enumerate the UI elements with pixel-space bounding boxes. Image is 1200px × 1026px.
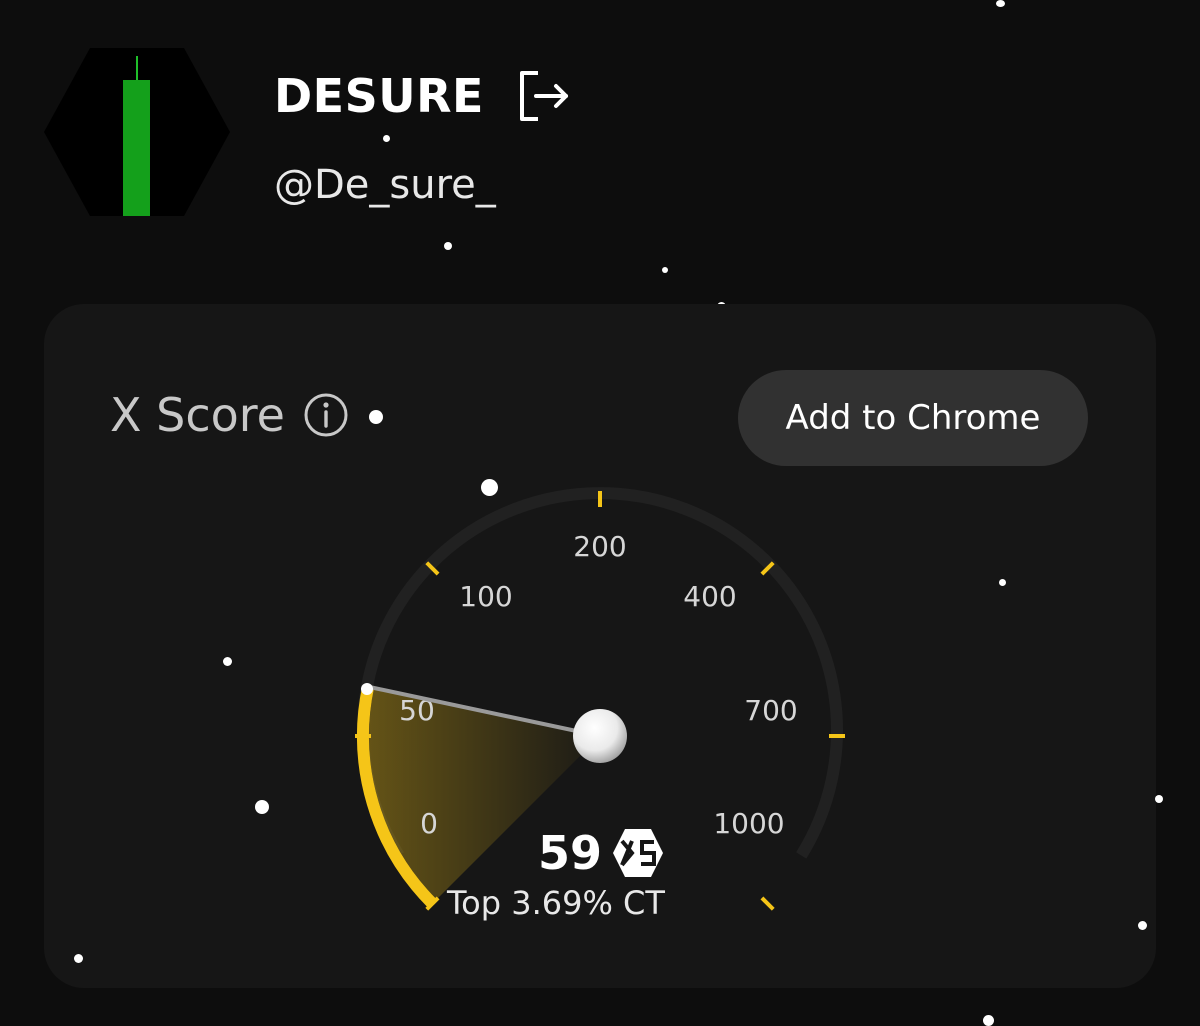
star bbox=[481, 479, 498, 496]
avatar bbox=[44, 48, 230, 216]
rank-text: Top 3.69% CT bbox=[447, 884, 665, 922]
green-candlestick-hexagon-avatar-icon bbox=[44, 48, 230, 216]
star bbox=[74, 954, 83, 963]
star bbox=[999, 579, 1006, 586]
gauge-tick-label: 200 bbox=[573, 530, 626, 563]
star bbox=[1155, 795, 1163, 803]
xs-logo-icon bbox=[613, 829, 664, 877]
star bbox=[383, 135, 390, 142]
star bbox=[223, 657, 232, 666]
gauge-tick-label: 400 bbox=[683, 580, 736, 613]
x-score-card: X Score Add to Chrome 0 50 100 200 400 7… bbox=[44, 304, 1156, 988]
star bbox=[1138, 921, 1147, 930]
score-value: 59 bbox=[538, 826, 603, 880]
star bbox=[255, 800, 269, 814]
star bbox=[444, 242, 452, 250]
gauge-tick-label: 100 bbox=[459, 580, 512, 613]
profile-name: DESURE bbox=[274, 69, 484, 123]
logout-icon[interactable] bbox=[516, 68, 572, 124]
star bbox=[662, 267, 668, 273]
star bbox=[361, 683, 373, 695]
star bbox=[369, 410, 383, 424]
profile-handle: @De_sure_ bbox=[274, 162, 496, 208]
gauge-tick-label: 1000 bbox=[713, 807, 784, 840]
gauge-tick-label: 0 bbox=[420, 807, 438, 840]
star bbox=[996, 0, 1005, 7]
star bbox=[983, 1015, 994, 1026]
gauge-knob bbox=[573, 709, 627, 763]
gauge-tick-label: 700 bbox=[744, 694, 797, 727]
